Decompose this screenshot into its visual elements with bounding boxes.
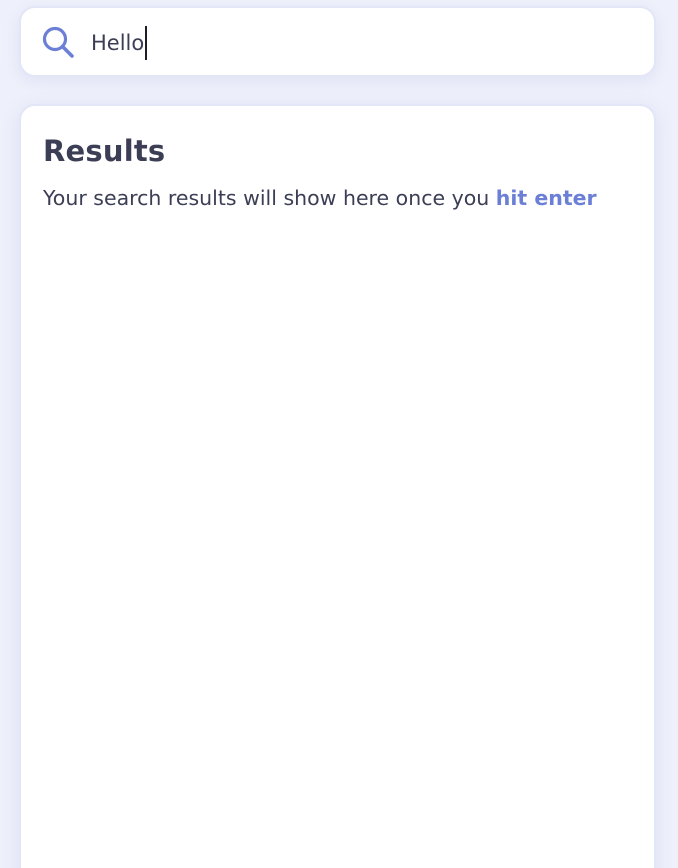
text-caret xyxy=(145,26,147,60)
results-hint: Your search results will show here once … xyxy=(43,186,597,210)
results-panel: Results Your search results will show he… xyxy=(19,104,656,868)
search-input[interactable]: Hello xyxy=(91,24,631,62)
hit-enter-hint: hit enter xyxy=(495,186,597,210)
results-hint-text: Your search results will show here once … xyxy=(43,186,496,210)
search-bar[interactable]: Hello xyxy=(19,6,656,77)
results-title: Results xyxy=(43,134,166,168)
search-input-value: Hello xyxy=(91,31,145,55)
